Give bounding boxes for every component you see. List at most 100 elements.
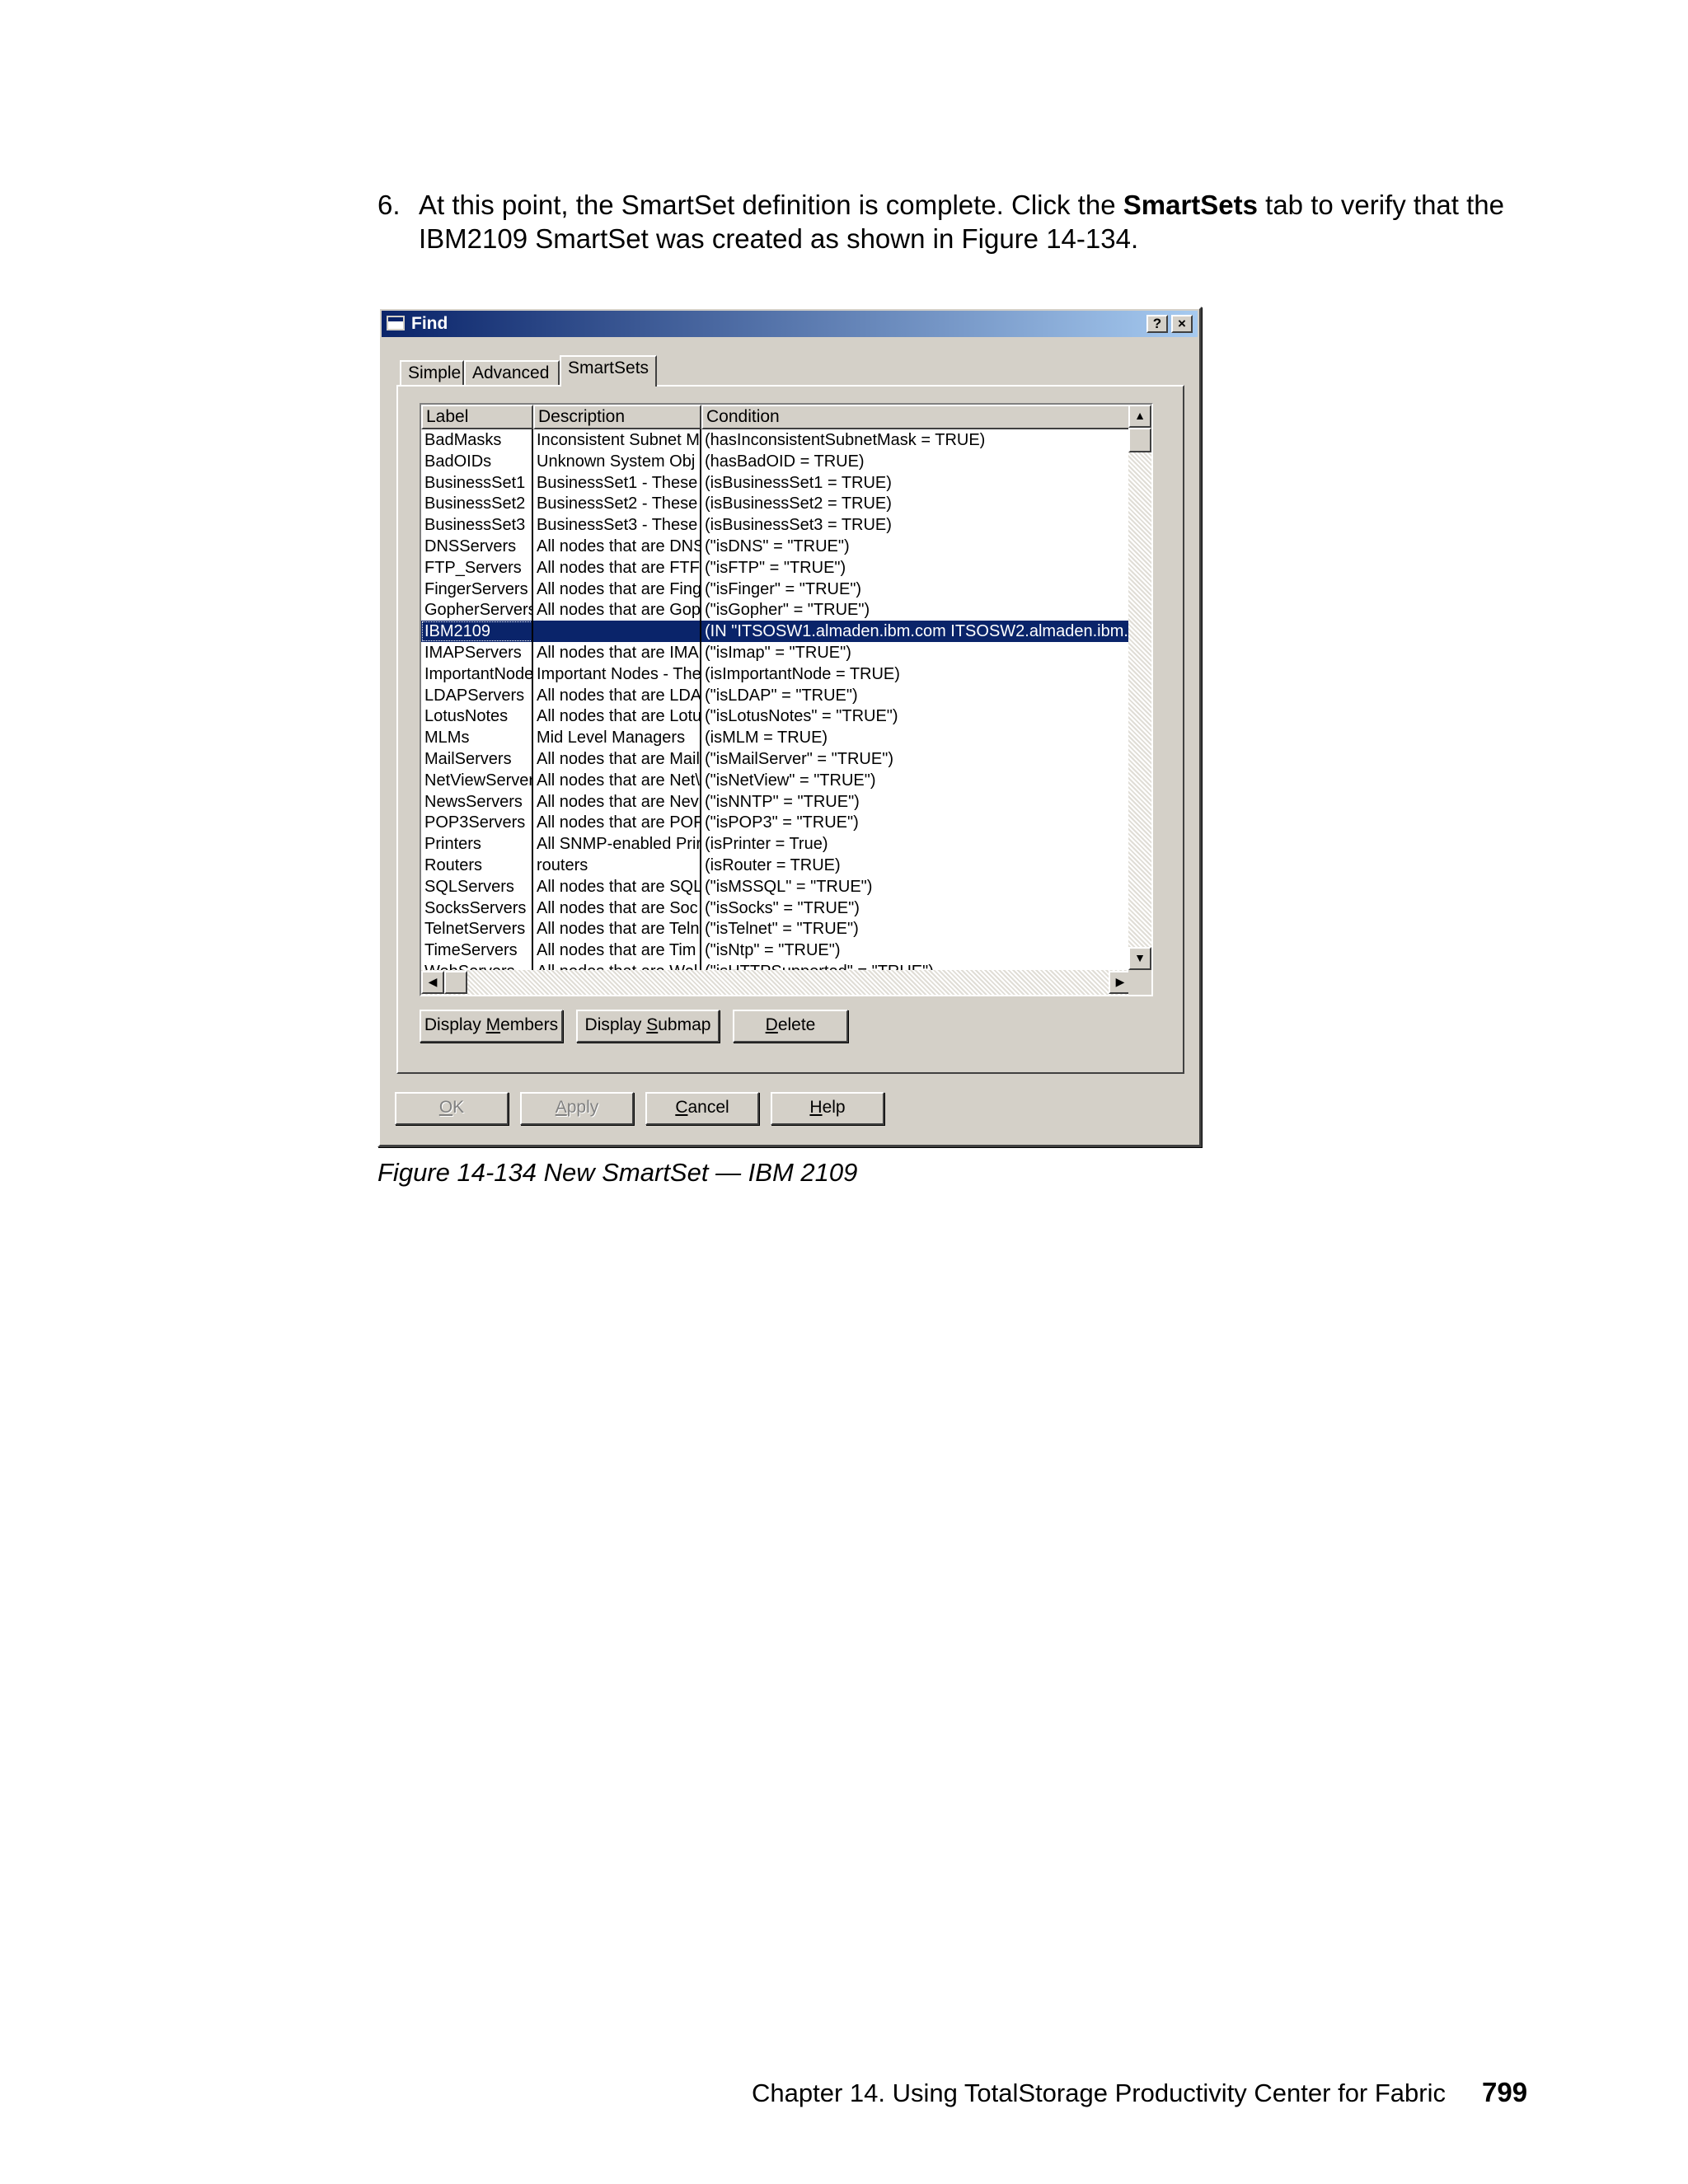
table-row[interactable]: GopherServers All nodes that are Gop ("isG… (421, 599, 1132, 621)
cell-description: BusinessSet1 - These (537, 473, 698, 492)
table-row[interactable]: Printers All SNMP-enabled Prir (isPrinter … (421, 833, 1132, 855)
smartsets-panel: Label Description Condition BadMasks Inco… (396, 385, 1184, 1074)
table-row[interactable]: TelnetServers All nodes that are Teln ("is… (421, 918, 1132, 940)
btn-text: ancel (687, 1098, 729, 1117)
cell-label: BusinessSet2 (424, 494, 526, 513)
cell-condition: (hasInconsistentSubnetMask = TRUE) (705, 431, 986, 449)
btn-text: Display (424, 1015, 486, 1034)
btn-accelerator: H (809, 1098, 823, 1117)
table-row[interactable]: SocksServers All nodes that are Soc ("isSo… (421, 898, 1132, 919)
btn-text: K (452, 1098, 465, 1117)
table-row[interactable]: Routers routers (isRouter = TRUE) (421, 855, 1132, 876)
table-row[interactable]: IMAPServers All nodes that are IMA ("isIma… (421, 642, 1132, 663)
table-row[interactable]: DNSServers All nodes that are DNS ("isDNS"… (421, 536, 1132, 557)
tab-smartsets[interactable]: SmartSets (560, 355, 657, 387)
display-members-button[interactable]: Display Members (420, 1010, 563, 1043)
cell-condition: ("isNtp" = "TRUE") (705, 941, 841, 960)
cancel-button[interactable]: Cancel (645, 1092, 759, 1125)
cell-description (533, 621, 701, 642)
list-rows: BadMasks Inconsistent Subnet M (hasInconsi… (421, 429, 1132, 970)
cell-label: DNSServers (424, 537, 517, 555)
table-row[interactable]: MailServers All nodes that are Mail ("isMa… (421, 748, 1132, 770)
cell-label: IBM2109 (421, 621, 533, 642)
table-row[interactable]: WebServersAll nodes that are Wel("isHTTP… (421, 961, 1132, 970)
cell-condition: ("isSocks" = "TRUE") (705, 898, 860, 917)
table-row[interactable]: BusinessSet1 BusinessSet1 - These (isBusin… (421, 472, 1132, 494)
table-row[interactable]: IBM2109 (IN "ITSOSW1.almaden.ibm.com ITSO… (421, 621, 1132, 643)
btn-accelerator: C (675, 1098, 688, 1117)
cell-label: LDAPServers (424, 686, 525, 705)
table-row[interactable]: SQLServers All nodes that are SQL ("isMSSQ… (421, 876, 1132, 898)
title-bar[interactable]: Find ? × (382, 311, 1198, 337)
scroll-down-icon[interactable]: ▼ (1128, 947, 1151, 970)
cell-label: TimeServers (424, 941, 518, 960)
cell-label: Routers (424, 856, 483, 874)
cell-label: FTP_Servers (424, 558, 522, 577)
cell-description: All nodes that are Teln (537, 920, 700, 939)
table-row[interactable]: MLMs Mid Level Managers (isMLM = TRUE) (421, 727, 1132, 748)
cell-condition: (isMLM = TRUE) (705, 729, 828, 748)
chapter-title: Chapter 14. Using TotalStorage Productiv… (752, 2079, 1446, 2107)
tab-advanced[interactable]: Advanced (464, 360, 560, 385)
cell-description: All SNMP-enabled Prir (537, 835, 701, 854)
cell-label: LotusNotes (424, 707, 509, 726)
cell-description: All nodes that are Soc (537, 898, 698, 917)
column-header-description[interactable]: Description (533, 405, 701, 429)
close-icon[interactable]: × (1171, 315, 1193, 333)
cell-label: MailServers (424, 750, 512, 768)
cell-condition: (isImportantNode = TRUE) (705, 664, 900, 683)
column-header-condition[interactable]: Condition (701, 405, 1132, 429)
cell-label: BadOIDs (424, 452, 492, 471)
table-row[interactable]: TimeServers All nodes that are Tim ("isNtp… (421, 940, 1132, 961)
cell-label: IMAPServers (424, 644, 522, 662)
btn-text: ubmap (658, 1015, 711, 1034)
btn-accelerator: D (765, 1015, 778, 1034)
page-footer: Chapter 14. Using TotalStorage Productiv… (752, 2077, 1527, 2108)
table-row[interactable]: NetViewServers All nodes that are Net\ ("i… (421, 770, 1132, 791)
cell-condition: ("isFinger" = "TRUE") (705, 579, 862, 598)
table-row[interactable]: NewsServers All nodes that are Nev ("isNNT… (421, 791, 1132, 813)
table-row[interactable]: BadMasks Inconsistent Subnet M (hasInconsi… (421, 429, 1132, 451)
scroll-up-icon[interactable]: ▲ (1128, 405, 1151, 428)
column-header-label[interactable]: Label (421, 405, 533, 429)
cell-condition: ("isPOP3" = "TRUE") (705, 813, 859, 832)
table-row[interactable]: ImportantNodes Important Nodes - The (isIm… (421, 663, 1132, 685)
column-divider (700, 429, 701, 970)
find-dialog: Find ? × Simple Advanced SmartSets Label… (377, 307, 1202, 1147)
scroll-left-icon[interactable]: ◀ (421, 971, 444, 994)
step-text-before: At this point, the SmartSet definition i… (419, 190, 1123, 220)
btn-text: pply (566, 1098, 599, 1117)
tab-simple[interactable]: Simple (400, 360, 464, 385)
vertical-scrollbar[interactable]: ▲ ▼ (1128, 405, 1151, 970)
table-row[interactable]: BadOIDs Unknown System Obj (hasBadOID = TR… (421, 451, 1132, 472)
table-row[interactable]: BusinessSet3 BusinessSet3 - These (isBusin… (421, 514, 1132, 536)
table-row[interactable]: POP3Servers All nodes that are POF ("isPOP… (421, 812, 1132, 833)
help-button[interactable]: Help (771, 1092, 884, 1125)
delete-button[interactable]: Delete (733, 1010, 848, 1043)
cell-condition: (isBusinessSet1 = TRUE) (705, 473, 892, 492)
cell-description: All nodes that are Nev (537, 792, 699, 811)
cell-description: All nodes that are Wel (533, 961, 701, 970)
cell-label: MLMs (424, 729, 470, 748)
btn-accelerator: A (555, 1098, 567, 1117)
apply-button[interactable]: Apply (520, 1092, 634, 1125)
cell-description: All nodes that are POF (537, 813, 701, 832)
table-row[interactable]: LDAPServers All nodes that are LDA ("isLDA… (421, 685, 1132, 706)
cell-condition: ("isLDAP" = "TRUE") (705, 686, 858, 705)
cell-condition: ("isDNS" = "TRUE") (705, 537, 850, 555)
help-title-button[interactable]: ? (1146, 315, 1168, 333)
table-row[interactable]: LotusNotes All nodes that are Lotu ("isLot… (421, 705, 1132, 727)
ok-button[interactable]: OK (395, 1092, 509, 1125)
display-submap-button[interactable]: Display Submap (576, 1010, 720, 1043)
cell-condition: (isRouter = TRUE) (705, 856, 841, 874)
table-row[interactable]: FTP_Servers All nodes that are FTF ("isFTP… (421, 557, 1132, 579)
table-row[interactable]: FingerServers All nodes that are Fing ("is… (421, 579, 1132, 600)
horizontal-scrollbar[interactable]: ◀ ▶ (421, 970, 1132, 995)
cell-description: All nodes that are FTF (537, 558, 700, 577)
cell-condition: ("isGopher" = "TRUE") (705, 601, 870, 620)
scroll-thumb[interactable] (1128, 428, 1151, 452)
table-row[interactable]: BusinessSet2 BusinessSet2 - These (isBusin… (421, 493, 1132, 514)
scroll-thumb-horizontal[interactable] (444, 971, 467, 994)
smartset-list[interactable]: Label Description Condition BadMasks Inco… (420, 403, 1153, 996)
cell-condition: (isPrinter = True) (705, 835, 828, 854)
